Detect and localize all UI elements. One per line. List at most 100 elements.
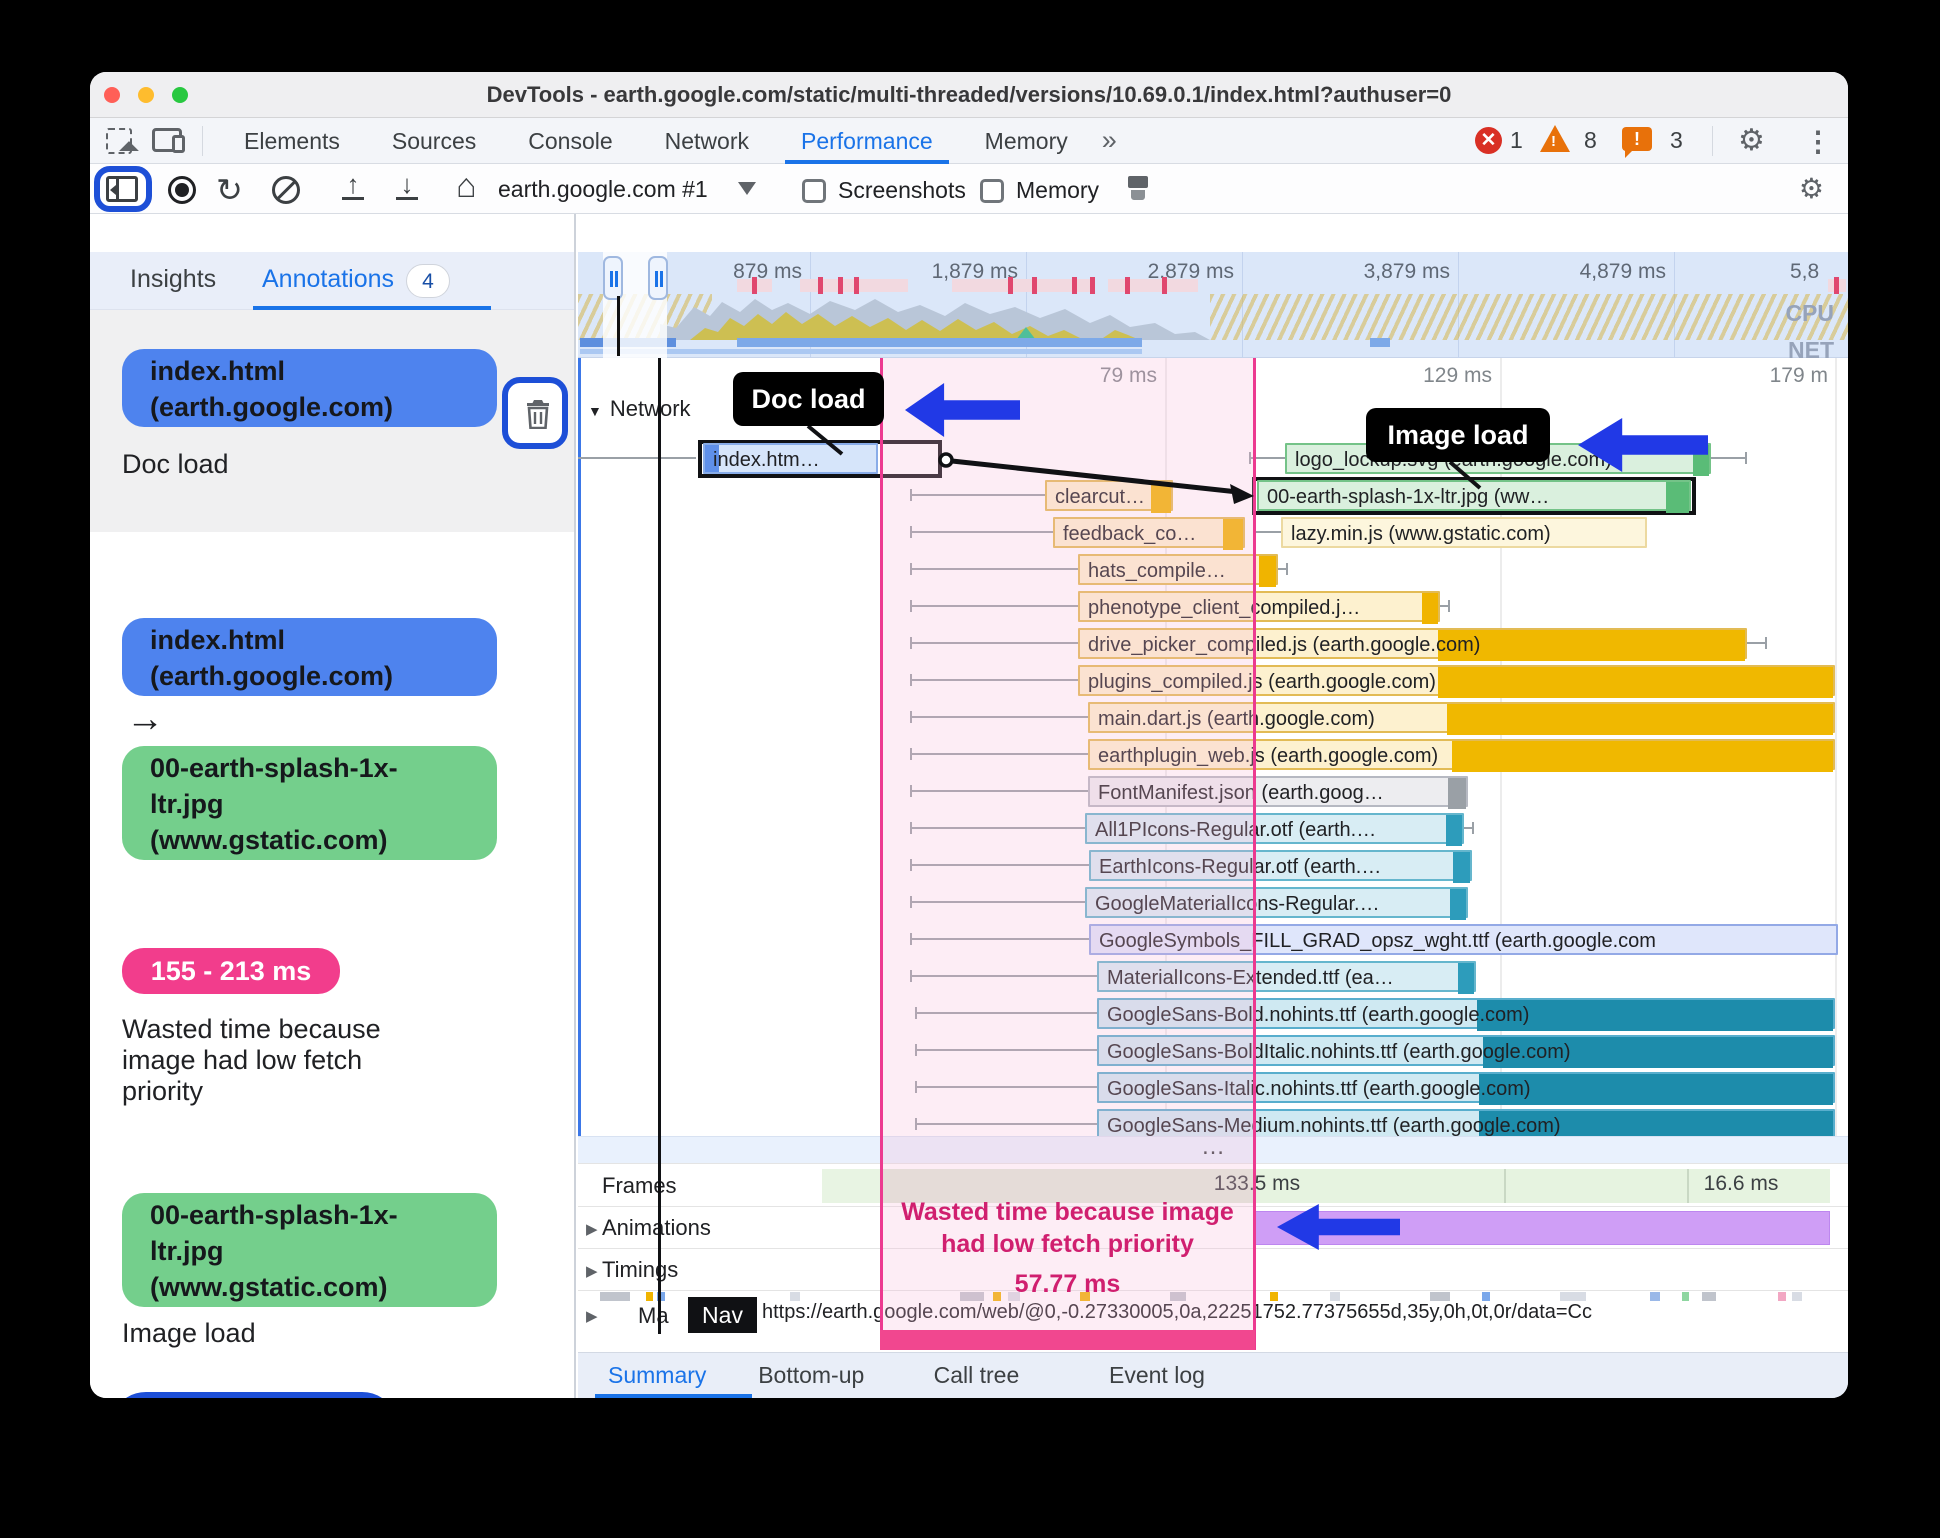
network-request-bar[interactable]: clearcut… xyxy=(1045,480,1173,513)
network-track-expander[interactable]: … xyxy=(578,1135,1848,1163)
issues-count: 3 xyxy=(1670,127,1683,153)
selection-handle-left[interactable] xyxy=(603,256,623,300)
image-load-annotation-label[interactable]: Image load xyxy=(1366,408,1550,462)
request-whisker xyxy=(910,938,1089,940)
network-request-bar[interactable]: feedback_co… xyxy=(1053,517,1245,550)
memory-checkbox[interactable] xyxy=(980,178,1004,203)
devtools-tab-bar: Elements Sources Console Network Performance… xyxy=(90,118,1848,164)
tab-insights[interactable]: Insights xyxy=(130,252,216,310)
bottom-tab-call-tree[interactable]: Call tree xyxy=(934,1353,1020,1398)
capture-settings-gear-icon[interactable]: ⚙ xyxy=(1799,172,1824,205)
session-dropdown-icon[interactable] xyxy=(738,182,756,195)
request-whisker-tick xyxy=(915,1044,917,1056)
selection-handle-right[interactable] xyxy=(648,256,668,300)
network-request-bar[interactable]: phenotype_client_compiled.j… xyxy=(1078,591,1440,624)
expand-caret-icon[interactable]: ▶ xyxy=(586,1262,598,1280)
network-request-bar[interactable]: drive_picker_compiled.js (earth.google.c… xyxy=(1078,628,1747,661)
request-whisker xyxy=(1464,827,1472,829)
inspect-element-icon[interactable] xyxy=(106,128,139,161)
request-whisker-tick xyxy=(910,822,912,834)
show-sidebar-icon[interactable] xyxy=(106,176,138,202)
expand-caret-icon[interactable]: ▶ xyxy=(586,1307,598,1325)
bottom-tab-summary[interactable]: Summary xyxy=(608,1353,706,1398)
request-label: feedback_co… xyxy=(1063,523,1197,545)
summary-tab-underline xyxy=(595,1394,752,1398)
clear-recording-icon[interactable] xyxy=(272,176,300,204)
more-options-icon[interactable]: ⋮ xyxy=(1804,125,1832,158)
network-request-bar[interactable]: GoogleMaterialIcons-Regular.… xyxy=(1085,887,1468,920)
annotation-pill-index-html-2[interactable]: index.html (earth.google.com) xyxy=(122,618,497,696)
memory-checkbox-row[interactable]: Memory xyxy=(980,177,1099,204)
screenshots-checkbox-row[interactable]: Screenshots xyxy=(802,177,966,204)
network-request-bar[interactable]: GoogleSans-Bold.nohints.ttf (earth.googl… xyxy=(1097,998,1835,1031)
trash-icon[interactable] xyxy=(525,399,551,429)
tab-elements[interactable]: Elements xyxy=(218,118,366,164)
network-request-bar[interactable]: EarthIcons-Regular.otf (earth.… xyxy=(1089,850,1472,883)
bottom-tab-bottom-up[interactable]: Bottom-up xyxy=(758,1353,864,1398)
record-button[interactable] xyxy=(168,176,196,204)
request-whisker-tick xyxy=(1249,452,1251,464)
network-request-bar[interactable]: MaterialIcons-Extended.ttf (ea… xyxy=(1097,961,1476,994)
network-request-bar[interactable]: plugins_compiled.js (earth.google.com) xyxy=(1078,665,1835,698)
annotation-caption: Doc load xyxy=(122,449,229,479)
network-request-bar[interactable]: hats_compile… xyxy=(1078,554,1278,587)
tab-network[interactable]: Network xyxy=(639,118,775,164)
network-request-bar[interactable]: lazy.min.js (www.gstatic.com) xyxy=(1281,517,1647,548)
upload-profile-icon[interactable]: ↑ xyxy=(338,171,368,200)
hide-annotations-highlight: Hide annotations xyxy=(110,1392,398,1398)
network-request-bar[interactable]: FontManifest.json (earth.goog… xyxy=(1088,776,1468,809)
collect-garbage-icon[interactable] xyxy=(1126,176,1152,202)
annotations-sidebar: Insights Annotations 4 index.html (earth… xyxy=(90,214,576,1398)
network-request-bar[interactable]: main.dart.js (earth.google.com) xyxy=(1088,702,1835,735)
request-whisker-tick xyxy=(910,600,912,612)
network-request-bar[interactable]: 00-earth-splash-1x-ltr.jpg (ww… xyxy=(1257,480,1691,513)
screenshots-checkbox[interactable] xyxy=(802,178,826,203)
nav-marker-badge[interactable]: Nav xyxy=(688,1297,757,1333)
request-whisker-tick xyxy=(910,489,912,501)
network-request-bar[interactable]: GoogleSans-Italic.nohints.ttf (earth.goo… xyxy=(1097,1072,1835,1105)
tab-performance[interactable]: Performance xyxy=(775,118,959,164)
network-request-bar[interactable]: GoogleSans-BoldItalic.nohints.ttf (earth… xyxy=(1097,1035,1835,1068)
annotation-entry-doc-load[interactable]: index.html (earth.google.com) Doc load xyxy=(90,310,574,532)
detail-ruler-label: 179 m xyxy=(1769,364,1828,387)
network-waterfall-panel[interactable]: 79 ms 129 ms 179 m ▼ Network index.htm… logo… xyxy=(578,358,1848,1163)
network-request-bar[interactable]: GoogleSymbols_FILL_GRAD_opsz_wght.ttf (e… xyxy=(1089,924,1838,955)
request-whisker xyxy=(910,716,1088,718)
download-profile-icon[interactable]: ↓ xyxy=(392,171,422,200)
screenshot-chip xyxy=(1650,1292,1660,1301)
request-whisker-tick xyxy=(1765,637,1767,649)
issues-badge-icon[interactable]: ! xyxy=(1622,127,1652,158)
tab-console[interactable]: Console xyxy=(502,118,638,164)
network-request-bar[interactable]: All1PIcons-Regular.otf (earth.… xyxy=(1085,813,1464,846)
bottom-tab-bar: Summary Bottom-up Call tree Event log xyxy=(578,1352,1848,1398)
error-badge-icon[interactable]: ✕ xyxy=(1475,127,1502,154)
device-toolbar-icon[interactable] xyxy=(152,128,185,153)
annotation-pill-splash-image-2[interactable]: 00-earth-splash-1x- ltr.jpg (www.gstatic… xyxy=(122,1193,497,1307)
doc-load-annotation-label[interactable]: Doc load xyxy=(733,372,884,426)
annotation-pill-time-range[interactable]: 155 - 213 ms xyxy=(122,948,340,994)
request-whisker xyxy=(910,494,1045,496)
collapse-triangle-icon[interactable]: ▼ xyxy=(588,403,602,419)
network-request-bar[interactable]: earthplugin_web.js (earth.google.com) xyxy=(1088,739,1835,772)
request-whisker xyxy=(910,790,1088,792)
tab-annotations[interactable]: Annotations xyxy=(262,252,394,310)
annotation-pill-splash-image[interactable]: 00-earth-splash-1x- ltr.jpg (www.gstatic… xyxy=(122,746,497,860)
tab-memory[interactable]: Memory xyxy=(959,118,1094,164)
request-label: GoogleMaterialIcons-Regular.… xyxy=(1095,893,1380,915)
more-tabs-icon[interactable]: » xyxy=(1094,118,1122,164)
request-whisker-tick xyxy=(1286,563,1288,575)
request-label: FontManifest.json (earth.goog… xyxy=(1098,782,1384,804)
reload-record-icon[interactable]: ↻ xyxy=(216,171,243,209)
home-icon[interactable]: ⌂ xyxy=(456,167,477,206)
warning-badge-icon[interactable]: ! xyxy=(1540,125,1570,152)
bottom-tab-event-log[interactable]: Event log xyxy=(1109,1353,1205,1398)
network-request-bar[interactable]: index.htm… xyxy=(703,443,878,474)
expand-caret-icon[interactable]: ▶ xyxy=(586,1220,598,1238)
network-track-header[interactable]: ▼ Network xyxy=(588,396,691,422)
tab-sources[interactable]: Sources xyxy=(366,118,502,164)
settings-gear-icon[interactable]: ⚙ xyxy=(1738,123,1765,158)
annotation-pill-index-html[interactable]: index.html (earth.google.com) xyxy=(122,349,497,427)
session-selector[interactable]: earth.google.com #1 xyxy=(498,164,708,214)
cpu-overview-chart: CPU xyxy=(578,294,1848,340)
timeline-overview[interactable]: 879 ms 1,879 ms 2,879 ms 3,879 ms 4,879 ms 5,… xyxy=(578,252,1848,363)
